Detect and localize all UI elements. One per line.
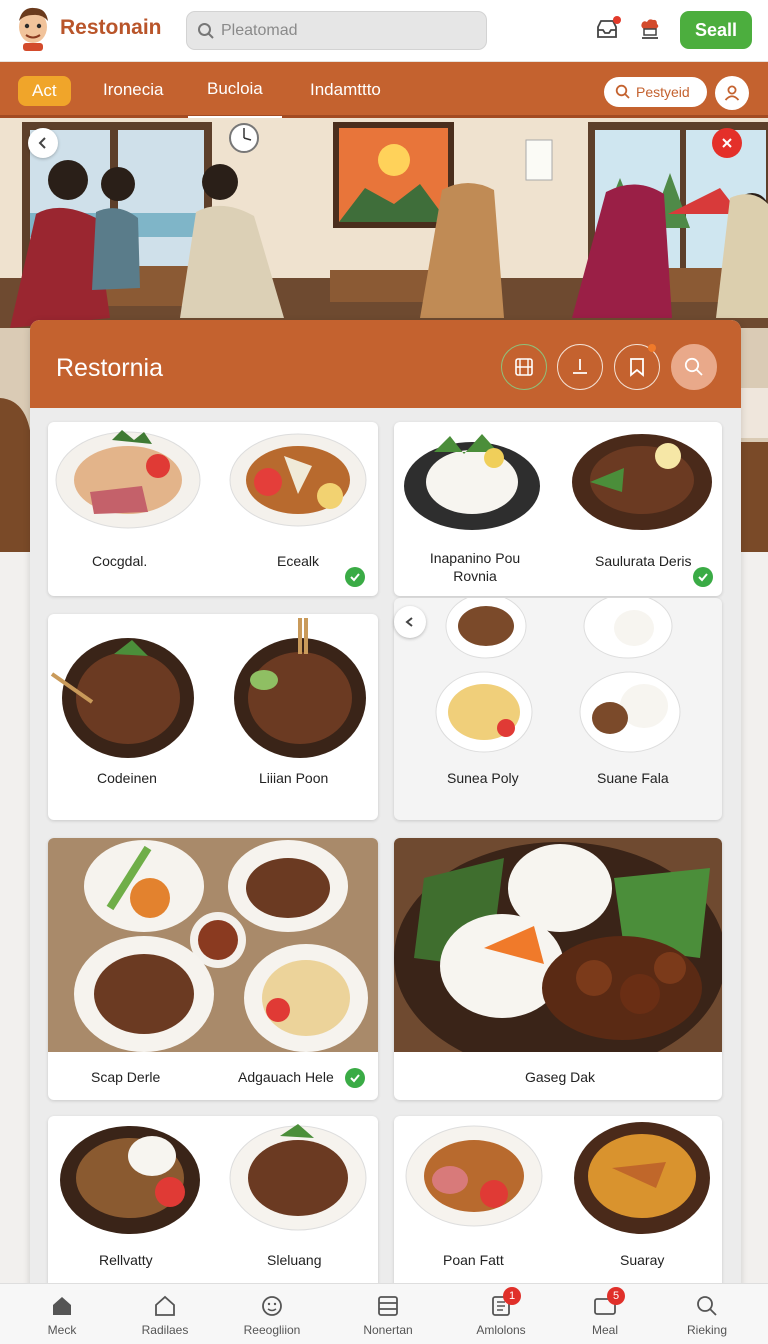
close-icon [722,138,732,148]
dish-caption: Rellvatty [99,1252,153,1268]
tab-label: Meck [47,1323,77,1337]
dishes-button[interactable] [501,344,547,390]
bookmark-dot [648,344,656,352]
tab-label: Nonertan [363,1323,413,1337]
menu-card[interactable] [48,614,378,820]
dish-caption: Sunea Poly [447,770,519,786]
tab-meck[interactable]: Meck [17,1284,107,1344]
search-icon [697,1296,717,1316]
search-icon [615,84,630,99]
chevron-left-icon [405,617,413,627]
menu-carousel-card[interactable] [394,598,722,820]
back-button[interactable] [28,128,58,158]
menu-card[interactable] [394,838,722,1100]
tab-reeogliion[interactable]: Reeogliion [227,1284,317,1344]
tab-label: Meal [591,1323,618,1337]
dish-caption: Scap Derle [91,1069,161,1085]
restaurant-menu-panel: Restornia Cocgdal. Ecealk Inapanino Pou … [30,320,741,1300]
tab-meal[interactable]: 5 Meal [560,1284,650,1344]
menu-card[interactable] [48,838,378,1100]
tab-label: Rieking [686,1323,728,1337]
tab-amlolons[interactable]: 1 Amlolons [456,1284,546,1344]
menu-card[interactable] [394,1116,722,1300]
available-check-icon [345,1068,365,1088]
dish-photo [394,838,722,1074]
dish-caption: Adgauach Hele [238,1069,334,1085]
menu-card[interactable] [48,1116,378,1300]
tab-ironecia[interactable]: Ironecia [103,62,163,118]
dish-photos [48,838,378,1052]
download-icon [573,359,587,374]
tab-label: Radilaes [141,1323,189,1337]
app-brand: Restonain [60,16,162,39]
search-icon [684,357,703,376]
notification-badge: 5 [607,1287,625,1305]
dish-caption: Inapanino Pou Rovnia [429,550,521,584]
list-icon [378,1296,398,1316]
dish-caption: Poan Fatt [443,1252,504,1268]
panel-header: Restornia [30,320,741,408]
restaurant-title: Restornia [56,354,163,382]
search-icon [198,22,214,39]
tab-label: Amlolons [476,1323,526,1337]
dish-photos [435,598,681,753]
dish-caption: Ecealk [277,553,320,569]
chef-avatar-logo [19,7,48,51]
dish-photos [405,1122,710,1234]
available-check-icon [345,567,365,587]
bottom-tab-bar: Meck Radilaes Reeogliion Nonertan 1 Amlo… [0,1283,768,1344]
bookmark-icon [630,358,644,377]
chef-menu-button[interactable] [637,16,663,42]
tab-indamttto[interactable]: Indamttto [310,62,381,118]
notification-badge: 1 [503,1287,521,1305]
notification-dot [613,16,621,24]
available-check-icon [693,567,713,587]
tab-label: Reeogliion [243,1323,301,1337]
dish-caption: Liiian Poon [259,770,329,786]
user-icon [724,85,740,101]
panel-search-button[interactable] [671,344,717,390]
dish-caption: Codeinen [97,770,157,786]
dish-caption: Suaray [620,1252,665,1268]
search-bar[interactable] [186,11,487,50]
chef-hat-icon [641,19,659,39]
hero-action-button[interactable] [712,128,742,158]
dish-photos [50,618,366,758]
search-input[interactable] [221,21,461,40]
post-search-field[interactable]: Pestyeid [604,77,707,107]
dish-caption: Saulurata Deris [595,553,692,569]
top-bar: Restonain Seall [0,0,768,62]
tab-rieking[interactable]: Rieking [662,1284,752,1344]
sell-button[interactable]: Seall [680,11,752,49]
bookmark-button[interactable] [614,344,660,390]
dish-caption: Gaseg Dak [525,1069,596,1085]
download-button[interactable] [557,344,603,390]
dish-caption: Cocgdal. [92,553,148,569]
dishes-icon [515,358,533,376]
dish-caption: Sleluang [267,1252,322,1268]
house-outline-icon [155,1295,175,1316]
chevron-left-icon [38,137,46,149]
carousel-prev-button[interactable] [394,606,426,638]
dish-photos [55,430,367,529]
face-icon [262,1296,282,1316]
tab-act[interactable]: Act [18,76,71,106]
profile-button[interactable] [715,76,749,110]
tab-nonertan[interactable]: Nonertan [343,1284,433,1344]
post-search-placeholder: Pestyeid [636,84,690,100]
tab-bucloia[interactable]: Bucloia [188,62,282,118]
notifications-button[interactable] [594,16,621,42]
dish-photos [404,434,712,530]
home-icon [53,1297,71,1315]
dish-photos [60,1124,367,1234]
tab-radilaes[interactable]: Radilaes [120,1284,210,1344]
dish-caption: Suane Fala [597,770,669,786]
